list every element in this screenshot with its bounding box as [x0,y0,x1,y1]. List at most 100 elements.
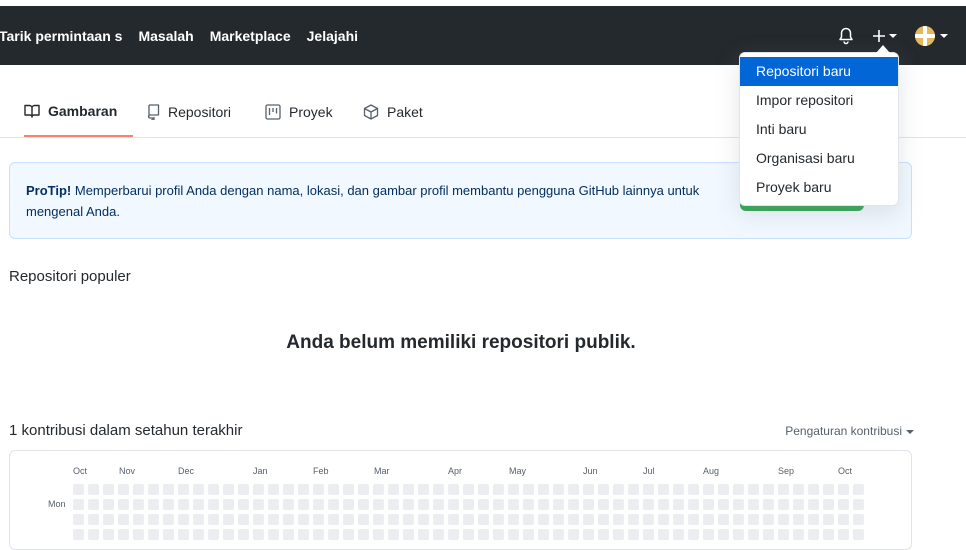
contribution-day[interactable] [298,484,309,495]
contribution-day[interactable] [358,529,369,540]
contribution-day[interactable] [328,484,339,495]
contribution-day[interactable] [178,499,189,510]
contribution-day[interactable] [478,529,489,540]
contribution-day[interactable] [343,529,354,540]
contribution-day[interactable] [73,499,84,510]
contribution-day[interactable] [418,499,429,510]
contribution-day[interactable] [568,499,579,510]
contribution-day[interactable] [358,484,369,495]
contribution-day[interactable] [628,514,639,525]
contribution-day[interactable] [838,484,849,495]
contribution-day[interactable] [703,484,714,495]
contribution-day[interactable] [718,484,729,495]
contribution-day[interactable] [733,529,744,540]
contribution-day[interactable] [73,484,84,495]
contribution-day[interactable] [148,514,159,525]
contribution-day[interactable] [343,514,354,525]
contribution-day[interactable] [163,529,174,540]
contribution-day[interactable] [523,514,534,525]
contribution-day[interactable] [118,499,129,510]
contribution-day[interactable] [433,499,444,510]
contribution-day[interactable] [748,484,759,495]
contribution-day[interactable] [763,484,774,495]
contribution-day[interactable] [598,529,609,540]
contribution-day[interactable] [433,529,444,540]
contribution-day[interactable] [208,484,219,495]
contribution-day[interactable] [388,514,399,525]
contribution-day[interactable] [793,529,804,540]
contribution-day[interactable] [103,499,114,510]
contribution-day[interactable] [208,499,219,510]
contribution-day[interactable] [103,484,114,495]
contribution-day[interactable] [133,529,144,540]
contribution-day[interactable] [628,529,639,540]
contribution-day[interactable] [283,529,294,540]
menu-item-new-repository[interactable]: Repositori baru [740,57,898,86]
contribution-day[interactable] [88,499,99,510]
contribution-day[interactable] [553,484,564,495]
contribution-day[interactable] [178,529,189,540]
contribution-day[interactable] [553,529,564,540]
tab-repositories[interactable]: Repositori [147,87,231,136]
contribution-day[interactable] [253,529,264,540]
contribution-day[interactable] [658,514,669,525]
contribution-day[interactable] [823,529,834,540]
contribution-day[interactable] [433,484,444,495]
contribution-day[interactable] [73,529,84,540]
contribution-day[interactable] [328,499,339,510]
contribution-day[interactable] [583,484,594,495]
contribution-day[interactable] [853,484,864,495]
contribution-day[interactable] [178,484,189,495]
contribution-day[interactable] [673,529,684,540]
contribution-day[interactable] [673,484,684,495]
contribution-day[interactable] [703,529,714,540]
contribution-day[interactable] [613,499,624,510]
contribution-day[interactable] [673,499,684,510]
menu-item-import-repository[interactable]: Impor repositori [740,86,898,115]
contribution-day[interactable] [418,484,429,495]
tab-overview[interactable]: Gambaran [24,87,134,137]
contribution-day[interactable] [463,529,474,540]
contribution-day[interactable] [238,514,249,525]
contribution-day[interactable] [313,499,324,510]
contribution-day[interactable] [253,499,264,510]
contribution-day[interactable] [358,514,369,525]
contribution-day[interactable] [508,484,519,495]
contribution-day[interactable] [508,499,519,510]
contribution-day[interactable] [403,529,414,540]
contribution-day[interactable] [703,499,714,510]
contribution-day[interactable] [688,499,699,510]
contribution-day[interactable] [553,514,564,525]
contribution-day[interactable] [598,484,609,495]
contribution-day[interactable] [238,529,249,540]
contribution-day[interactable] [583,514,594,525]
contribution-day[interactable] [268,529,279,540]
contribution-day[interactable] [613,514,624,525]
contribution-day[interactable] [793,514,804,525]
contribution-day[interactable] [538,499,549,510]
contribution-day[interactable] [778,514,789,525]
contribution-day[interactable] [118,484,129,495]
contribution-day[interactable] [88,514,99,525]
contribution-day[interactable] [373,499,384,510]
contribution-day[interactable] [688,484,699,495]
contribution-day[interactable] [343,499,354,510]
contribution-day[interactable] [598,514,609,525]
menu-item-new-organization[interactable]: Organisasi baru [740,144,898,173]
contribution-day[interactable] [283,514,294,525]
contribution-day[interactable] [643,529,654,540]
contribution-day[interactable] [853,514,864,525]
contribution-day[interactable] [853,499,864,510]
menu-item-new-project[interactable]: Proyek baru [740,173,898,202]
contribution-day[interactable] [673,514,684,525]
contribution-day[interactable] [418,529,429,540]
contribution-day[interactable] [253,484,264,495]
contribution-day[interactable] [208,529,219,540]
contribution-day[interactable] [373,529,384,540]
contribution-day[interactable] [733,484,744,495]
contribution-day[interactable] [583,499,594,510]
contribution-day[interactable] [493,484,504,495]
contribution-day[interactable] [853,529,864,540]
contribution-day[interactable] [373,484,384,495]
contribution-day[interactable] [763,514,774,525]
